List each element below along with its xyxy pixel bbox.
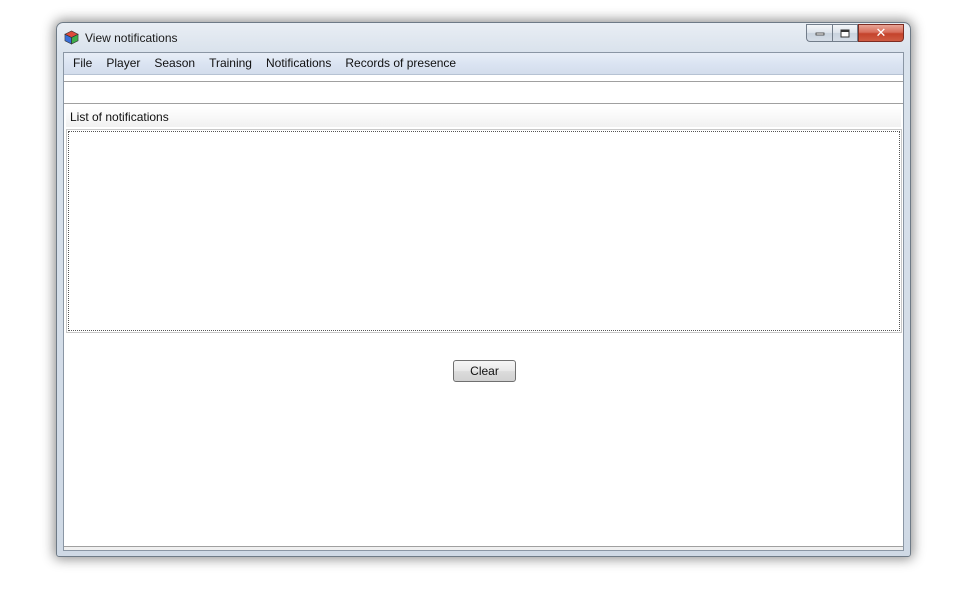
minimize-button[interactable] bbox=[806, 24, 832, 42]
caption-buttons: ✕ bbox=[806, 24, 904, 44]
window-title: View notifications bbox=[85, 31, 178, 45]
menu-player[interactable]: Player bbox=[99, 53, 147, 74]
notifications-list[interactable] bbox=[68, 131, 900, 331]
menu-bar: File Player Season Training Notification… bbox=[64, 53, 903, 75]
maximize-icon bbox=[840, 29, 850, 37]
menu-notifications[interactable]: Notifications bbox=[259, 53, 338, 74]
maximize-button[interactable] bbox=[832, 24, 858, 42]
menu-file[interactable]: File bbox=[66, 53, 99, 74]
menu-training[interactable]: Training bbox=[202, 53, 259, 74]
minimize-icon bbox=[815, 32, 824, 36]
notifications-list-header: List of notifications bbox=[66, 107, 901, 127]
status-strip bbox=[64, 546, 903, 550]
menu-season[interactable]: Season bbox=[147, 53, 202, 74]
title-bar[interactable]: View notifications ✕ bbox=[57, 23, 910, 53]
menu-records-of-presence[interactable]: Records of presence bbox=[338, 53, 463, 74]
toolbar-strip bbox=[64, 81, 903, 104]
client-area: File Player Season Training Notification… bbox=[63, 52, 904, 551]
clear-button[interactable]: Clear bbox=[453, 360, 516, 382]
close-button[interactable]: ✕ bbox=[858, 24, 904, 42]
app-window: View notifications ✕ File Player Season bbox=[56, 22, 911, 557]
close-icon: ✕ bbox=[875, 25, 887, 40]
app-cube-icon bbox=[64, 30, 79, 45]
